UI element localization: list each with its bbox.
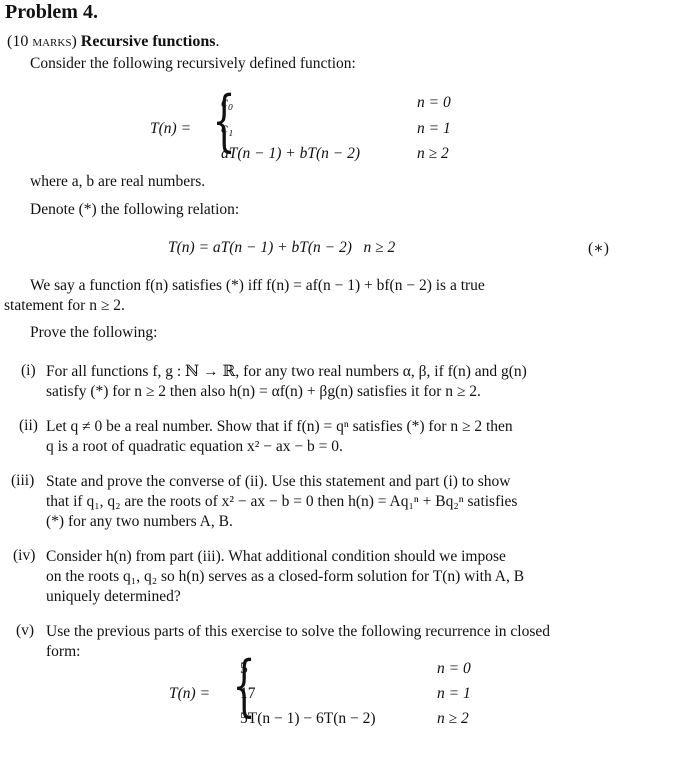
case-cond: n ≥ 2 [437,710,469,727]
final-lhs: T(n) = [169,685,211,702]
case-cond: n = 0 [437,660,471,677]
case-expr: 5 [240,660,248,677]
part-line: q is a root of quadratic equation x² − a… [46,438,343,455]
relation-tag: (∗) [588,240,609,257]
satisfies-definition-cont: statement for n ≥ 2. [4,297,125,314]
part-line: (*) for any two numbers A, B. [46,513,233,530]
prove-text: Prove the following: [30,324,158,341]
part-line: uniquely determined? [46,588,181,605]
case-expr: 5T(n − 1) − 6T(n − 2) [240,710,376,727]
part-line: Use the previous parts of this exercise … [46,623,551,640]
denote-text: Denote (*) the following relation: [30,201,240,218]
part-line: satisfy (*) for n ≥ 2 then also h(n) = α… [46,383,481,400]
relation-equation: T(n) = aT(n − 1) + bT(n − 2) n ≥ 2 [168,239,396,256]
part-label: (iv) [13,547,36,564]
part-label: (ii) [19,417,38,434]
part-line: Consider h(n) from part (iii). What addi… [46,548,506,565]
problem-title: Problem 4. [5,1,98,23]
satisfies-definition: We say a function f(n) satisfies (*) iff… [30,277,485,294]
part-line: Let q ≠ 0 be a real number. Show that if… [46,418,513,435]
part-label: (iii) [11,472,35,489]
part-label: (v) [16,622,35,639]
case-cond: n = 0 [417,94,451,111]
case-cond: n = 1 [437,685,471,702]
case-expr: c₀ [221,94,234,111]
part-line: For all functions f, g : ℕ → ℝ, for any … [46,363,527,380]
part-line: State and prove the converse of (ii). Us… [46,473,511,490]
part-iii: (iii) State and prove the converse of (i… [0,472,684,534]
part-ii: (ii) Let q ≠ 0 be a real number. Show th… [0,417,684,459]
part-line: form: [46,643,81,660]
part-line: that if q₁, q₂ are the roots of x² − ax … [46,493,518,510]
case-expr: 17 [240,685,256,702]
case-expr: aT(n − 1) + bT(n − 2) [221,145,361,162]
case-cond: n ≥ 2 [417,145,449,162]
heading-text: Recursive functions [80,33,216,50]
marks-label: (10 marks) [7,33,77,50]
problem-heading: (10 marks) Recursive functions. [7,33,220,50]
part-line: on the roots q₁, q₂ so h(n) serves as a … [46,568,525,585]
intro-text: Consider the following recursively defin… [30,55,356,72]
case-expr: c₁ [221,120,234,137]
case-cond: n = 1 [417,120,451,137]
where-text: where a, b are real numbers. [30,173,206,190]
part-i: (i) For all functions f, g : ℕ → ℝ, for … [0,362,684,404]
definition-lhs: T(n) = [150,120,192,137]
part-label: (i) [21,362,36,379]
part-v: (v) Use the previous parts of this exerc… [0,622,684,664]
part-iv: (iv) Consider h(n) from part (iii). What… [0,547,684,609]
